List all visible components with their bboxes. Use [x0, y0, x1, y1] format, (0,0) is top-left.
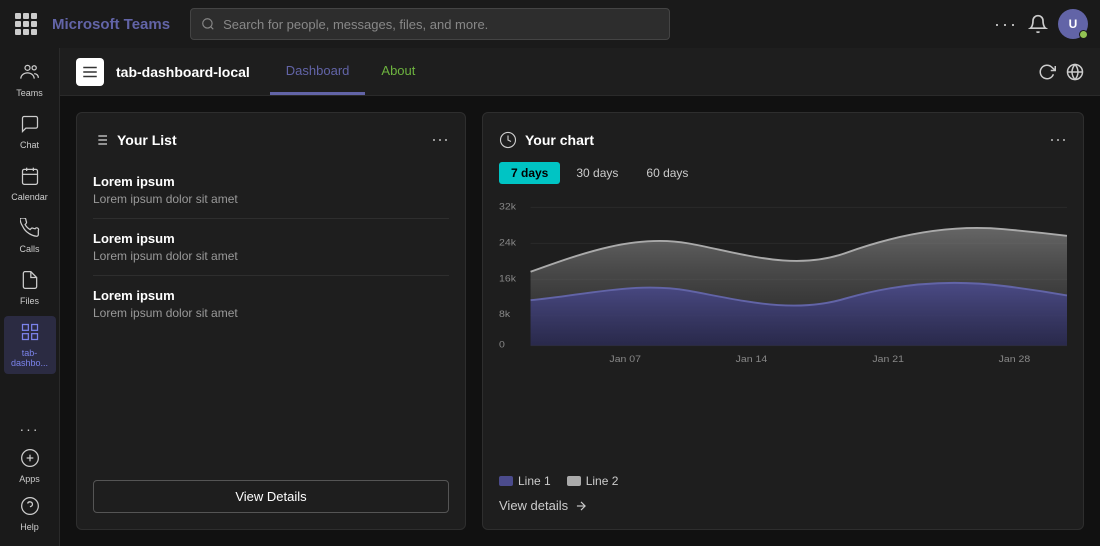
y-label-0: 0: [499, 340, 505, 350]
content-area: tab-dashboard-local Dashboard About: [60, 48, 1100, 546]
sidebar-item-calendar[interactable]: Calendar: [4, 160, 56, 208]
tab-about[interactable]: About: [365, 48, 431, 95]
chart-tab-7days[interactable]: 7 days: [499, 162, 560, 184]
sidebar-item-calendar-label: Calendar: [11, 192, 48, 202]
globe-icon[interactable]: [1066, 63, 1084, 81]
sidebar-item-tab-dashbo-label: tab-dashbo...: [8, 348, 52, 368]
list-item-sub: Lorem ipsum dolor sit amet: [93, 192, 449, 206]
calls-icon: [20, 218, 40, 241]
more-options-button[interactable]: ···: [994, 14, 1018, 35]
search-placeholder: Search for people, messages, files, and …: [223, 17, 488, 32]
sidebar-item-apps[interactable]: Apps: [4, 442, 56, 490]
sidebar-item-help-label: Help: [20, 522, 39, 532]
calendar-icon: [20, 166, 40, 189]
search-icon: [201, 17, 215, 31]
list-card-header: Your List ···: [93, 129, 449, 150]
tab-navigation: Dashboard About: [270, 48, 432, 95]
app-name: tab-dashboard-local: [116, 64, 250, 80]
view-details-button[interactable]: View Details: [93, 480, 449, 513]
tab-dashboard[interactable]: Dashboard: [270, 48, 366, 95]
main-panels: Your List ··· Lorem ipsum Lorem ipsum do…: [60, 96, 1100, 546]
grid-menu-button[interactable]: [12, 10, 40, 38]
list-icon: [93, 132, 109, 148]
app-title: Microsoft Teams: [52, 16, 170, 33]
sidebar-item-calls-label: Calls: [19, 244, 39, 254]
view-details-link[interactable]: View details: [499, 498, 1067, 513]
search-bar[interactable]: Search for people, messages, files, and …: [190, 8, 670, 40]
list-item[interactable]: Lorem ipsum Lorem ipsum dolor sit amet: [93, 275, 449, 332]
topbar: Microsoft Teams Search for people, messa…: [0, 0, 1100, 48]
list-item[interactable]: Lorem ipsum Lorem ipsum dolor sit amet: [93, 162, 449, 218]
sidebar-item-tab-dashbo[interactable]: tab-dashbo...: [4, 316, 56, 374]
list-items: Lorem ipsum Lorem ipsum dolor sit amet L…: [93, 162, 449, 332]
app-icon-box: [76, 58, 104, 86]
list-card-title: Your List: [93, 132, 177, 148]
subheader-right: [1038, 63, 1084, 81]
avatar-status-badge: [1079, 30, 1088, 39]
list-item-title: Lorem ipsum: [93, 288, 449, 303]
sidebar-item-teams[interactable]: Teams: [4, 56, 56, 104]
sidebar-item-teams-label: Teams: [16, 88, 43, 98]
sidebar-item-chat-label: Chat: [20, 140, 39, 150]
x-label-jan21: Jan 21: [872, 354, 904, 364]
chart-card: Your chart ··· 7 days 30 days 60 days 32…: [482, 112, 1084, 530]
sidebar-item-calls[interactable]: Calls: [4, 212, 56, 260]
y-label-8k: 8k: [499, 310, 511, 320]
y-label-16k: 16k: [499, 274, 517, 284]
sidebar-item-help[interactable]: Help: [4, 490, 56, 538]
apps-icon: [20, 448, 40, 471]
legend-line1-swatch: [499, 476, 513, 486]
list-item[interactable]: Lorem ipsum Lorem ipsum dolor sit amet: [93, 218, 449, 275]
list-item-title: Lorem ipsum: [93, 174, 449, 189]
list-card: Your List ··· Lorem ipsum Lorem ipsum do…: [76, 112, 466, 530]
chart-legend: Line 1 Line 2: [499, 474, 1067, 488]
arrow-right-icon: [574, 499, 588, 513]
x-label-jan14: Jan 14: [736, 354, 768, 364]
chart-tab-30days[interactable]: 30 days: [564, 162, 630, 184]
legend-line2: Line 2: [567, 474, 619, 488]
x-label-jan07: Jan 07: [609, 354, 641, 364]
sidebar-item-files[interactable]: Files: [4, 264, 56, 312]
list-item-title: Lorem ipsum: [93, 231, 449, 246]
bell-icon[interactable]: [1028, 14, 1048, 34]
main-layout: Teams Chat Calendar Cal: [0, 48, 1100, 546]
legend-line1: Line 1: [499, 474, 551, 488]
avatar[interactable]: U: [1058, 9, 1088, 39]
legend-line2-swatch: [567, 476, 581, 486]
chart-svg: 32k 24k 16k 8k 0: [499, 196, 1067, 376]
chart-card-header: Your chart ···: [499, 129, 1067, 150]
subheader: tab-dashboard-local Dashboard About: [60, 48, 1100, 96]
chart-area: 32k 24k 16k 8k 0: [499, 196, 1067, 466]
app-box-icon: [81, 63, 99, 81]
list-card-more-button[interactable]: ···: [431, 129, 449, 150]
sidebar-item-more[interactable]: ···: [4, 416, 56, 442]
chart-card-title: Your chart: [499, 131, 594, 149]
sidebar-item-chat[interactable]: Chat: [4, 108, 56, 156]
chart-card-more-button[interactable]: ···: [1049, 129, 1067, 150]
sidebar-item-files-label: Files: [20, 296, 39, 306]
chart-icon: [499, 131, 517, 149]
help-icon: [20, 496, 40, 519]
files-icon: [20, 270, 40, 293]
chart-tab-60days[interactable]: 60 days: [634, 162, 700, 184]
avatar-initials: U: [1069, 17, 1078, 31]
list-item-sub: Lorem ipsum dolor sit amet: [93, 306, 449, 320]
tab-dashbo-icon: [20, 322, 40, 345]
more-icon: ···: [20, 422, 40, 436]
chart-tabs: 7 days 30 days 60 days: [499, 162, 1067, 184]
refresh-icon[interactable]: [1038, 63, 1056, 81]
y-label-24k: 24k: [499, 238, 517, 248]
sidebar-bottom: ··· Apps Help: [4, 416, 56, 538]
chat-icon: [20, 114, 40, 137]
y-label-32k: 32k: [499, 202, 517, 212]
x-label-jan28: Jan 28: [999, 354, 1031, 364]
grid-icon: [15, 13, 37, 35]
sidebar: Teams Chat Calendar Cal: [0, 48, 60, 546]
sidebar-item-apps-label: Apps: [19, 474, 40, 484]
legend-line2-label: Line 2: [586, 474, 619, 488]
list-item-sub: Lorem ipsum dolor sit amet: [93, 249, 449, 263]
legend-line1-label: Line 1: [518, 474, 551, 488]
topbar-right: ··· U: [994, 9, 1088, 39]
teams-icon: [20, 62, 40, 85]
